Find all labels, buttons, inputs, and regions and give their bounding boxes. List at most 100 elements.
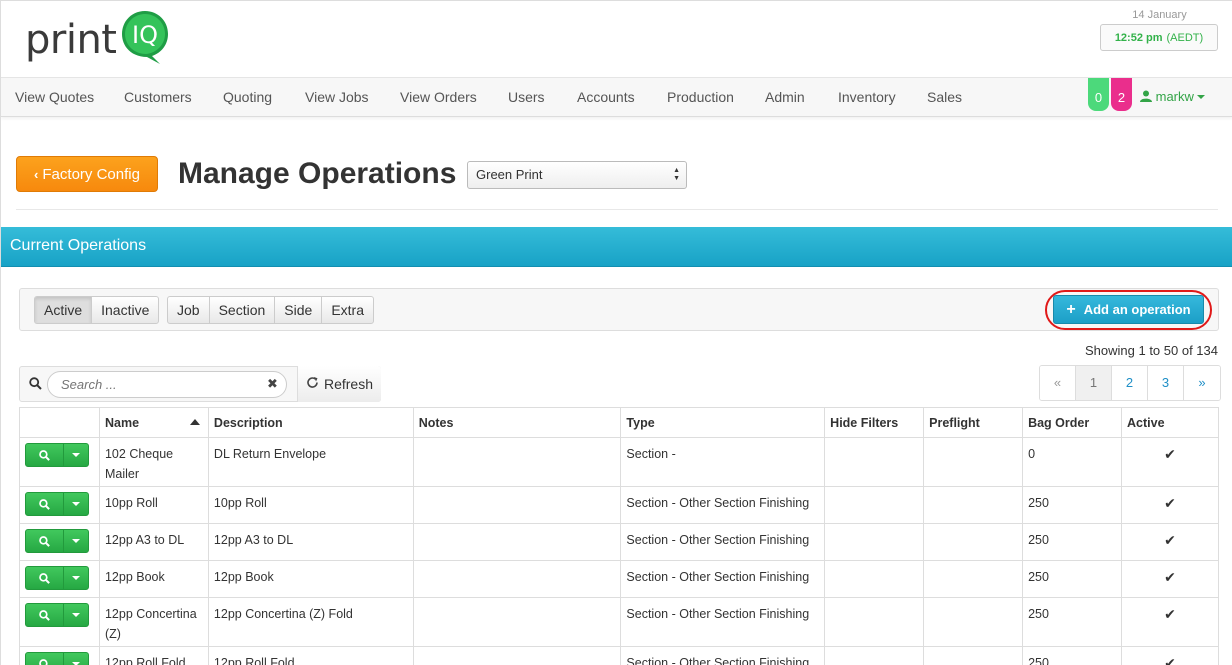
current-date: 14 January xyxy=(1132,9,1187,21)
table-header-row: Name Description Notes Type Hide Filters… xyxy=(19,407,1219,438)
row-dropdown-toggle[interactable] xyxy=(64,604,88,626)
nav-production[interactable]: Production xyxy=(667,78,734,118)
refresh-button[interactable]: Refresh xyxy=(297,366,381,402)
view-operation-button[interactable] xyxy=(26,493,64,515)
type-filter-group: Job Section Side Extra xyxy=(167,296,374,324)
search-icon xyxy=(29,377,42,395)
cell-bag-order: 250 xyxy=(1022,560,1123,598)
refresh-label: Refresh xyxy=(323,376,374,392)
site-select[interactable]: Green Print ▲ ▼ xyxy=(467,161,687,189)
nav-view-jobs[interactable]: View Jobs xyxy=(305,78,369,118)
results-count: Showing 1 to 50 of 134 xyxy=(1085,343,1218,358)
row-dropdown-toggle[interactable] xyxy=(64,567,88,589)
notification-badge-green[interactable]: 0 xyxy=(1088,78,1109,111)
row-action-button[interactable] xyxy=(25,652,89,665)
page-next[interactable]: » xyxy=(1184,366,1220,400)
cell-preflight xyxy=(923,560,1024,598)
table-row: 12pp Roll Fold 12pp Roll Fold Section - Ot… xyxy=(19,646,1219,665)
cell-preflight xyxy=(923,523,1024,561)
cell-hide-filters xyxy=(824,646,925,665)
filter-job-button[interactable]: Job xyxy=(168,297,210,323)
col-header-type[interactable]: Type xyxy=(620,407,826,438)
user-icon xyxy=(1140,79,1152,117)
caret-down-icon xyxy=(72,576,80,580)
search-input[interactable] xyxy=(47,371,287,398)
col-header-name[interactable]: Name xyxy=(98,407,209,438)
col-header-description[interactable]: Description xyxy=(207,407,414,438)
clock-zone: (AEDT) xyxy=(1166,31,1204,44)
clock-box: 12:52 pm (AEDT) xyxy=(1100,24,1218,51)
factory-config-back-button[interactable]: ‹ Factory Config xyxy=(16,156,158,192)
page-1[interactable]: 1 xyxy=(1076,366,1112,400)
status-filter-group: Active Inactive xyxy=(34,296,160,324)
notification-badge-pink[interactable]: 2 xyxy=(1111,78,1132,111)
nav-admin[interactable]: Admin xyxy=(765,78,805,118)
back-button-label: Factory Config xyxy=(42,165,140,183)
view-operation-button[interactable] xyxy=(26,567,64,589)
logo-badge-icon: IQ xyxy=(120,9,170,64)
printiq-logo[interactable]: print IQ xyxy=(25,9,170,69)
filter-section-button[interactable]: Section xyxy=(210,297,276,323)
filter-side-button[interactable]: Side xyxy=(275,297,323,323)
row-action-button[interactable] xyxy=(25,603,89,627)
page-3[interactable]: 3 xyxy=(1148,366,1184,400)
nav-customers[interactable]: Customers xyxy=(124,78,192,118)
caret-down-icon xyxy=(72,453,80,457)
row-dropdown-toggle[interactable] xyxy=(64,444,88,466)
nav-sales[interactable]: Sales xyxy=(927,78,962,118)
row-action-button[interactable] xyxy=(25,443,89,467)
cell-name: 12pp Roll Fold xyxy=(98,646,209,665)
view-operation-button[interactable] xyxy=(26,653,64,665)
cell-hide-filters xyxy=(824,560,925,598)
operations-table: Name Description Notes Type Hide Filters… xyxy=(19,407,1219,665)
cell-bag-order: 250 xyxy=(1022,523,1123,561)
page-2[interactable]: 2 xyxy=(1112,366,1148,400)
cell-preflight xyxy=(923,597,1024,647)
row-dropdown-toggle[interactable] xyxy=(64,653,88,665)
caret-down-icon xyxy=(72,539,80,543)
search-icon xyxy=(39,609,50,621)
cell-type: Section - Other Section Finishing xyxy=(620,646,826,665)
nav-view-orders[interactable]: View Orders xyxy=(400,78,477,118)
cell-hide-filters xyxy=(824,523,925,561)
table-row: 12pp A3 to DL 12pp A3 to DL Section - Othe… xyxy=(19,523,1219,561)
filter-extra-button[interactable]: Extra xyxy=(322,297,373,323)
nav-users[interactable]: Users xyxy=(508,78,545,118)
col-header-bag-order[interactable]: Bag Order xyxy=(1022,407,1123,438)
row-dropdown-toggle[interactable] xyxy=(64,530,88,552)
col-header-name-label: Name xyxy=(104,415,140,430)
col-header-notes[interactable]: Notes xyxy=(412,407,622,438)
cell-active: ✔ xyxy=(1121,560,1219,598)
row-action-button[interactable] xyxy=(25,566,89,590)
view-operation-button[interactable] xyxy=(26,604,64,626)
cell-name: 12pp Book xyxy=(98,560,209,598)
chevron-left-icon: ‹ xyxy=(34,166,39,182)
nav-view-quotes[interactable]: View Quotes xyxy=(15,78,94,118)
cell-name: 12pp A3 to DL xyxy=(98,523,209,561)
cell-actions xyxy=(19,486,100,524)
sort-asc-icon xyxy=(189,419,200,425)
filter-active-button[interactable]: Active xyxy=(35,297,93,323)
table-row: 12pp Concertina (Z) 12pp Concertina (Z) F… xyxy=(19,597,1219,647)
view-operation-button[interactable] xyxy=(26,444,64,466)
row-action-button[interactable] xyxy=(25,529,89,553)
clock-time: 12:52 pm xyxy=(1114,31,1163,44)
cell-preflight xyxy=(923,486,1024,524)
filter-inactive-button[interactable]: Inactive xyxy=(92,297,158,323)
user-menu[interactable]: markw xyxy=(1140,78,1205,118)
row-action-button[interactable] xyxy=(25,492,89,516)
col-header-active[interactable]: Active xyxy=(1121,407,1219,438)
nav-quoting[interactable]: Quoting xyxy=(223,78,272,118)
clear-search-icon[interactable]: ✖ xyxy=(267,376,278,392)
col-header-preflight[interactable]: Preflight xyxy=(923,407,1024,438)
nav-accounts[interactable]: Accounts xyxy=(577,78,635,118)
col-header-hide-filters[interactable]: Hide Filters xyxy=(824,407,925,438)
cell-actions xyxy=(19,597,100,647)
cell-description: 12pp Roll Fold xyxy=(207,646,414,665)
view-operation-button[interactable] xyxy=(26,530,64,552)
caret-down-icon xyxy=(72,613,80,617)
page-prev[interactable]: « xyxy=(1040,366,1076,400)
row-dropdown-toggle[interactable] xyxy=(64,493,88,515)
nav-inventory[interactable]: Inventory xyxy=(838,78,896,118)
cell-actions xyxy=(19,646,100,665)
